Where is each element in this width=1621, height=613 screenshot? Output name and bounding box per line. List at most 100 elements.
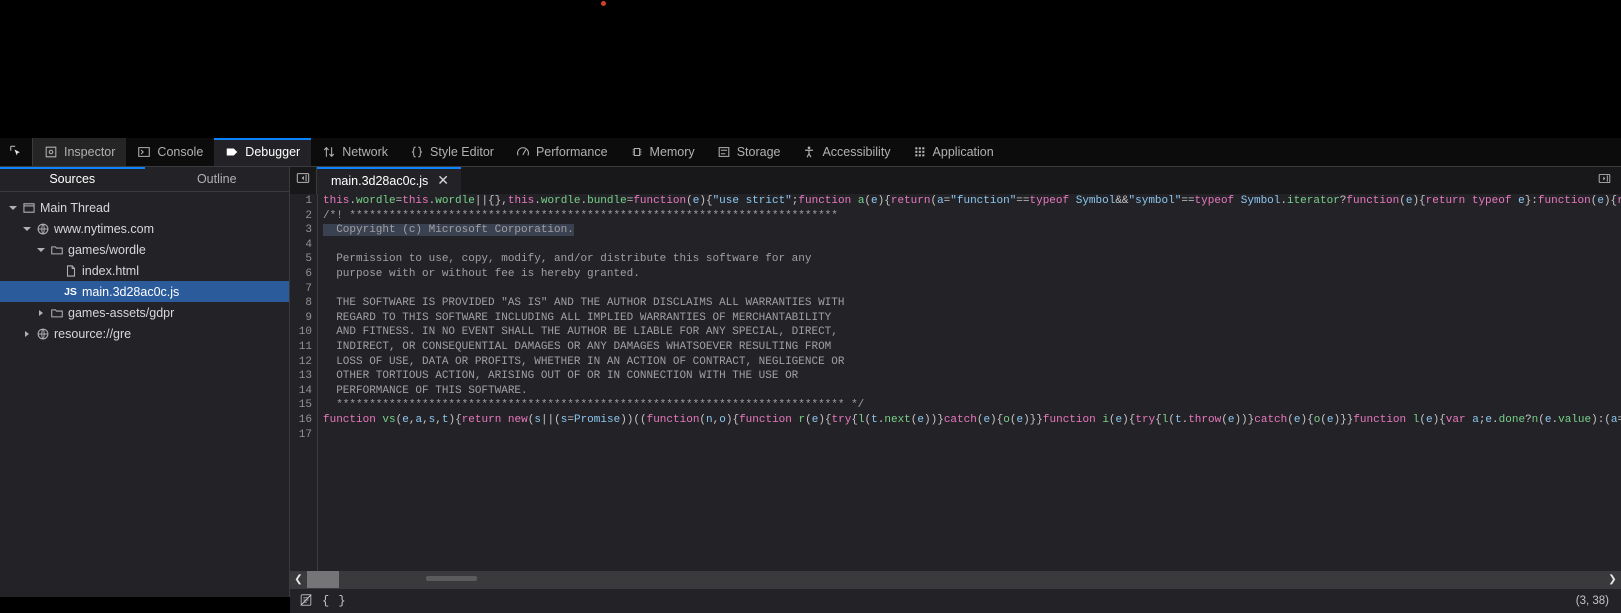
code-token: try: [831, 413, 852, 426]
code-token: e: [1518, 195, 1525, 207]
code-editor[interactable]: 1 2 3 4 5 6 7 8 9 10 11 12 13 14 15 16 17 this.wordle=th…: [290, 194, 1621, 571]
file-icon: [61, 264, 80, 278]
code-token: bundle: [587, 195, 627, 207]
horizontal-scrollbar[interactable]: ❮ ❯: [290, 571, 1621, 588]
code-token: (: [805, 413, 812, 426]
code-line[interactable]: [319, 238, 1621, 253]
sidebar-tab-outline[interactable]: Outline: [145, 167, 290, 191]
tab-console[interactable]: Console: [126, 138, 214, 166]
tab-label: Network: [342, 145, 389, 159]
code-line[interactable]: Copyright (c) Microsoft Corporation.: [319, 223, 1621, 238]
code-line[interactable]: OTHER TORTIOUS ACTION, ARISING OUT OF OR…: [319, 369, 1621, 384]
tree-item-label: games-assets/gdpr: [68, 305, 175, 320]
line-number[interactable]: 15: [290, 398, 317, 413]
chevron-right-icon[interactable]: [20, 330, 33, 337]
code-line[interactable]: [319, 428, 1621, 443]
line-number[interactable]: 2: [290, 209, 317, 224]
code-line[interactable]: function vs(e,a,s,t){return new(s||(s=Pr…: [319, 413, 1621, 428]
tab-application[interactable]: Application: [902, 138, 1005, 166]
line-number[interactable]: 3: [290, 223, 317, 238]
storage-icon: [717, 145, 731, 159]
code-token: typeof: [1471, 195, 1512, 207]
tab-accessibility[interactable]: Accessibility: [791, 138, 901, 166]
code-line[interactable]: this.wordle=this.wordle||{},this.wordle.…: [319, 194, 1621, 209]
globe-icon: [33, 222, 52, 236]
code-line[interactable]: AND FITNESS. IN NO EVENT SHALL THE AUTHO…: [319, 325, 1621, 340]
line-number[interactable]: 16: [290, 413, 317, 428]
tab-style-editor[interactable]: Style Editor: [399, 138, 505, 166]
line-number[interactable]: 17: [290, 428, 317, 443]
memory-icon: [630, 145, 644, 159]
code-content[interactable]: this.wordle=this.wordle||{},this.wordle.…: [319, 194, 1621, 571]
line-number[interactable]: 4: [290, 238, 317, 253]
line-number[interactable]: 6: [290, 267, 317, 282]
tree-item-main-thread[interactable]: Main Thread: [0, 197, 289, 218]
close-icon[interactable]: ✕: [437, 173, 449, 187]
tab-memory[interactable]: Memory: [619, 138, 706, 166]
tab-inspector[interactable]: Inspector: [33, 138, 127, 166]
collapse-sources-button[interactable]: [290, 167, 317, 194]
tab-network[interactable]: Network: [311, 138, 399, 166]
editor-tab-main-js[interactable]: main.3d28ac0c.js ✕: [317, 167, 462, 194]
sidebar-tab-sources[interactable]: Sources: [0, 167, 145, 191]
tree-item-resource-gre[interactable]: resource://gre: [0, 323, 289, 344]
code-line[interactable]: LOSS OF USE, DATA OR PROFITS, WHETHER IN…: [319, 355, 1621, 370]
code-line[interactable]: INDIRECT, OR CONSEQUENTIAL DAMAGES OR AN…: [319, 340, 1621, 355]
code-line[interactable]: purpose with or without fee is hereby gr…: [319, 267, 1621, 282]
chevron-right-icon[interactable]: [34, 309, 47, 316]
code-line[interactable]: THE SOFTWARE IS PROVIDED "AS IS" AND THE…: [319, 296, 1621, 311]
code-comment: THE SOFTWARE IS PROVIDED "AS IS" AND THE…: [323, 297, 845, 310]
tab-debugger[interactable]: Debugger: [214, 138, 312, 166]
js-file-icon: JS: [64, 285, 77, 298]
code-line[interactable]: ****************************************…: [319, 398, 1621, 413]
tree-item-games-assets-gdpr[interactable]: games-assets/gdpr: [0, 302, 289, 323]
code-token: function: [798, 195, 852, 207]
line-number[interactable]: 11: [290, 340, 317, 355]
chevron-left-icon[interactable]: ❮: [290, 571, 307, 588]
code-token: (: [1221, 413, 1228, 426]
code-token: return: [461, 413, 502, 426]
code-line[interactable]: [319, 282, 1621, 297]
code-token: "function": [950, 195, 1017, 207]
expand-panel-button[interactable]: [1588, 167, 1621, 194]
code-token: ){: [699, 195, 713, 207]
code-token: function: [633, 195, 687, 207]
code-token: (: [1399, 195, 1406, 207]
tree-item-main-3d28ac0c-js[interactable]: JS main.3d28ac0c.js: [0, 281, 289, 302]
line-number[interactable]: 10: [290, 325, 317, 340]
tab-performance[interactable]: Performance: [505, 138, 619, 166]
line-number[interactable]: 9: [290, 311, 317, 326]
line-number[interactable]: 1: [290, 194, 317, 209]
line-number[interactable]: 14: [290, 384, 317, 399]
application-icon: [913, 145, 927, 159]
prettyprint-button[interactable]: [293, 593, 319, 610]
code-token: e: [871, 195, 878, 207]
tree-item-index-html[interactable]: index.html: [0, 260, 289, 281]
code-line[interactable]: /*! ************************************…: [319, 209, 1621, 224]
chevron-down-icon[interactable]: [6, 205, 19, 210]
chevron-down-icon[interactable]: [20, 226, 33, 231]
tab-storage[interactable]: Storage: [706, 138, 792, 166]
code-token: {: [1155, 413, 1162, 426]
chevron-right-icon[interactable]: ❯: [1604, 571, 1621, 588]
tree-item-www-nytimes-com[interactable]: www.nytimes.com: [0, 218, 289, 239]
tree-item-games-wordle[interactable]: games/wordle: [0, 239, 289, 260]
editor-status-bar: { } (3, 38): [290, 588, 1621, 613]
scrollbar-thumb[interactable]: [307, 571, 339, 588]
code-token: =: [1617, 413, 1621, 426]
element-picker-button[interactable]: [0, 138, 33, 166]
scope-braces-label: { }: [322, 594, 347, 608]
line-number[interactable]: 5: [290, 252, 317, 267]
line-number[interactable]: 12: [290, 355, 317, 370]
chevron-down-icon[interactable]: [34, 247, 47, 252]
line-number[interactable]: 13: [290, 369, 317, 384]
code-line[interactable]: REGARD TO THIS SOFTWARE INCLUDING ALL IM…: [319, 311, 1621, 326]
code-token: ))}: [1234, 413, 1255, 426]
code-line[interactable]: PERFORMANCE OF THIS SOFTWARE.: [319, 384, 1621, 399]
code-line[interactable]: Permission to use, copy, modify, and/or …: [319, 252, 1621, 267]
line-number[interactable]: 7: [290, 282, 317, 297]
code-token: ))((: [620, 413, 647, 426]
line-number[interactable]: 8: [290, 296, 317, 311]
